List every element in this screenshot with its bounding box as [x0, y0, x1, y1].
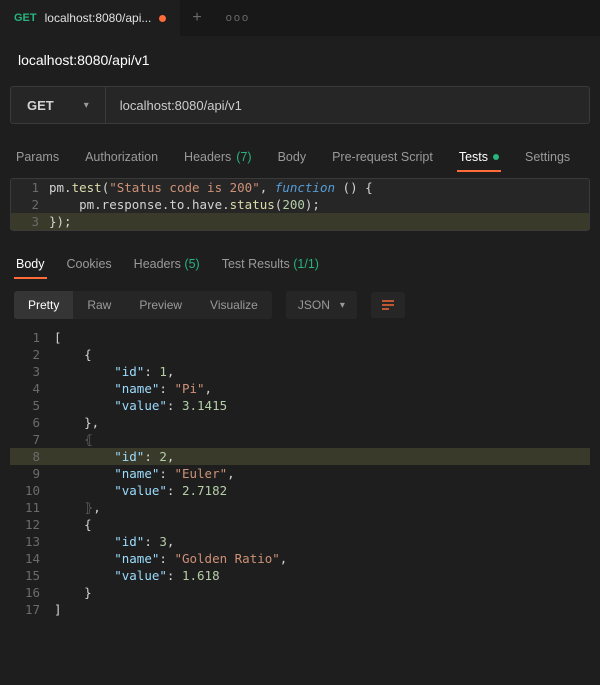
- request-row: GET ▾ localhost:8080/api/v1: [10, 86, 590, 124]
- chevron-down-icon: ▾: [340, 300, 345, 311]
- line-number: 14: [10, 550, 54, 567]
- json-line[interactable]: 10 "value": 2.7182: [10, 482, 590, 499]
- format-dropdown[interactable]: JSON ▾: [286, 291, 357, 319]
- json-line[interactable]: 7 ⦃: [10, 431, 590, 448]
- request-tab-settings[interactable]: Settings: [523, 144, 572, 174]
- line-number: 9: [10, 465, 54, 482]
- tab-label: Settings: [525, 150, 570, 164]
- line-number: 15: [10, 567, 54, 584]
- json-line[interactable]: 9 "name": "Euler",: [10, 465, 590, 482]
- json-line[interactable]: 13 "id": 3,: [10, 533, 590, 550]
- line-number: 4: [10, 380, 54, 397]
- wrap-icon: [381, 299, 395, 311]
- view-mode-pretty[interactable]: Pretty: [14, 291, 73, 319]
- tab-label: Body: [16, 257, 45, 271]
- request-tab-tests[interactable]: Tests: [457, 144, 501, 174]
- line-number: 1: [10, 329, 54, 346]
- json-line[interactable]: 5 "value": 3.1415: [10, 397, 590, 414]
- tab-count: (5): [184, 257, 199, 271]
- format-label: JSON: [298, 298, 330, 312]
- json-line[interactable]: 17]: [10, 601, 590, 618]
- tab-label: Test Results: [222, 257, 290, 271]
- tab-method: GET: [14, 12, 37, 24]
- request-title: localhost:8080/api/v1: [0, 36, 600, 76]
- tab-count: (7): [236, 150, 251, 164]
- method-label: GET: [27, 98, 54, 113]
- view-mode-preview[interactable]: Preview: [125, 291, 196, 319]
- response-tab-cookies[interactable]: Cookies: [65, 251, 114, 281]
- tab-count: (1/1): [293, 257, 319, 271]
- json-line[interactable]: 4 "name": "Pi",: [10, 380, 590, 397]
- json-line[interactable]: 15 "value": 1.618: [10, 567, 590, 584]
- tests-editor[interactable]: 1pm.test("Status code is 200", function …: [10, 178, 590, 231]
- tab-label: Headers: [134, 257, 181, 271]
- tab-overflow-button[interactable]: ooo: [214, 12, 262, 24]
- tab-label: Headers: [184, 150, 231, 164]
- response-tabs: Body Cookies Headers (5) Test Results (1/1): [10, 247, 590, 281]
- response-tab-test-results[interactable]: Test Results (1/1): [220, 251, 321, 281]
- json-line[interactable]: 11 ⦄,: [10, 499, 590, 516]
- tab-label: Pre-request Script: [332, 150, 433, 164]
- line-number: 3: [11, 213, 49, 230]
- response-toolbar: PrettyRawPreviewVisualize JSON ▾: [10, 281, 590, 329]
- line-number: 3: [10, 363, 54, 380]
- line-number: 6: [10, 414, 54, 431]
- response-body-viewer[interactable]: 1[2 {3 "id": 1,4 "name": "Pi",5 "value":…: [10, 329, 590, 618]
- json-line[interactable]: 16 }: [10, 584, 590, 601]
- request-tabs: Params Authorization Headers (7) Body Pre-re…: [0, 134, 600, 174]
- request-tab[interactable]: GET localhost:8080/api...: [0, 0, 180, 36]
- line-number: 10: [10, 482, 54, 499]
- url-input[interactable]: localhost:8080/api/v1: [106, 87, 589, 123]
- active-dot-icon: [493, 154, 499, 160]
- code-line[interactable]: 3});: [11, 213, 589, 230]
- request-tab-params[interactable]: Params: [14, 144, 61, 174]
- response-tab-body[interactable]: Body: [14, 251, 47, 281]
- line-number: 8: [10, 448, 54, 465]
- method-dropdown[interactable]: GET ▾: [11, 87, 106, 123]
- view-mode-raw[interactable]: Raw: [73, 291, 125, 319]
- tab-title: localhost:8080/api...: [45, 11, 152, 25]
- view-mode-segments: PrettyRawPreviewVisualize: [14, 291, 272, 319]
- code-line[interactable]: 2 pm.response.to.have.status(200);: [11, 196, 589, 213]
- request-tab-authorization[interactable]: Authorization: [83, 144, 160, 174]
- new-tab-button[interactable]: +: [180, 9, 213, 27]
- line-number: 2: [10, 346, 54, 363]
- unsaved-dot-icon: [159, 15, 166, 22]
- tab-label: Cookies: [67, 257, 112, 271]
- line-number: 2: [11, 196, 49, 213]
- json-line[interactable]: 6 },: [10, 414, 590, 431]
- request-tab-headers[interactable]: Headers (7): [182, 144, 254, 174]
- request-tab-pre-request-script[interactable]: Pre-request Script: [330, 144, 435, 174]
- tab-label: Tests: [459, 150, 488, 164]
- response-tab-headers[interactable]: Headers (5): [132, 251, 202, 281]
- line-number: 13: [10, 533, 54, 550]
- tab-label: Authorization: [85, 150, 158, 164]
- line-number: 1: [11, 179, 49, 196]
- line-number: 7: [10, 431, 54, 448]
- tab-label: Body: [278, 150, 307, 164]
- view-mode-visualize[interactable]: Visualize: [196, 291, 272, 319]
- json-line[interactable]: 14 "name": "Golden Ratio",: [10, 550, 590, 567]
- tab-label: Params: [16, 150, 59, 164]
- chevron-down-icon: ▾: [84, 100, 89, 111]
- json-line[interactable]: 3 "id": 1,: [10, 363, 590, 380]
- line-number: 17: [10, 601, 54, 618]
- line-number: 12: [10, 516, 54, 533]
- line-number: 16: [10, 584, 54, 601]
- json-line[interactable]: 8 "id": 2,: [10, 448, 590, 465]
- tab-strip: GET localhost:8080/api... + ooo: [0, 0, 600, 36]
- json-line[interactable]: 12 {: [10, 516, 590, 533]
- line-number: 11: [10, 499, 54, 516]
- line-number: 5: [10, 397, 54, 414]
- wrap-lines-button[interactable]: [371, 292, 405, 318]
- json-line[interactable]: 2 {: [10, 346, 590, 363]
- code-line[interactable]: 1pm.test("Status code is 200", function …: [11, 179, 589, 196]
- json-line[interactable]: 1[: [10, 329, 590, 346]
- request-tab-body[interactable]: Body: [276, 144, 309, 174]
